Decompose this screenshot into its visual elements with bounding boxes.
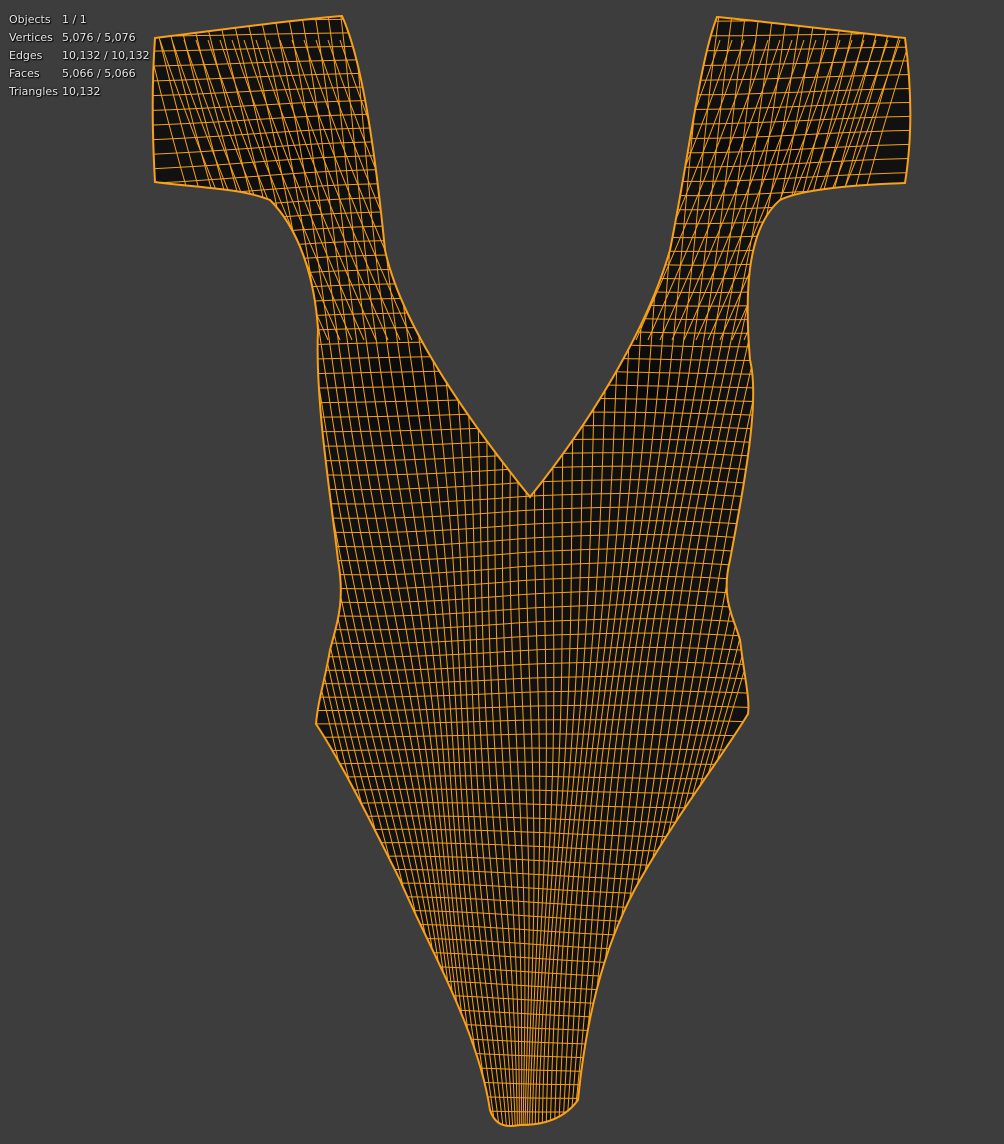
mesh-edge-row xyxy=(152,312,911,324)
mesh-edge-row xyxy=(152,225,911,241)
mesh-edge-row xyxy=(152,465,911,480)
stat-row-triangles: Triangles 10,132 xyxy=(9,83,150,101)
stat-value: 10,132 xyxy=(62,85,101,98)
mesh-edge-row xyxy=(152,268,911,283)
stat-label: Objects xyxy=(9,13,51,26)
mesh-edge-row xyxy=(152,341,911,351)
stat-row-objects: Objects 1 / 1 xyxy=(9,11,150,29)
mesh-edge-row xyxy=(152,18,911,22)
statistics-overlay: Objects 1 / 1 Vertices 5,076 / 5,076 Edg… xyxy=(9,11,150,101)
mesh-edge-row xyxy=(152,283,911,297)
mesh-edge-row xyxy=(152,197,911,213)
mesh-edge-strap xyxy=(387,39,509,341)
stat-label: Vertices xyxy=(9,31,53,44)
stat-value: 5,076 / 5,076 xyxy=(62,31,136,44)
mesh-edge-row xyxy=(152,327,911,338)
stat-label: Triangles xyxy=(9,85,58,98)
mesh-edge-row xyxy=(152,254,911,269)
mesh-object[interactable] xyxy=(0,0,1004,1144)
stat-label: Edges xyxy=(9,49,43,62)
mesh-edge-row xyxy=(152,369,911,378)
mesh-edge-row xyxy=(152,355,911,365)
3d-viewport[interactable]: Objects 1 / 1 Vertices 5,076 / 5,076 Edg… xyxy=(0,0,1004,1144)
mesh-edge-row xyxy=(152,411,911,422)
mesh-edge-row xyxy=(152,425,911,436)
mesh-edge-row xyxy=(152,211,911,227)
mesh-edge-row xyxy=(152,383,911,392)
mesh-edge-row xyxy=(152,240,911,255)
stat-label: Faces xyxy=(9,67,40,80)
stat-row-faces: Faces 5,066 / 5,066 xyxy=(9,65,150,83)
mesh-edge-row xyxy=(152,479,911,495)
mesh-edge-row xyxy=(152,297,911,310)
stat-row-edges: Edges 10,132 / 10,132 xyxy=(9,47,150,65)
stat-value: 10,132 / 10,132 xyxy=(62,49,150,62)
mesh-edge-row xyxy=(152,397,911,407)
mesh-edge-row xyxy=(152,438,911,451)
stat-value: 5,066 / 5,066 xyxy=(62,67,136,80)
stat-row-vertices: Vertices 5,076 / 5,076 xyxy=(9,29,150,47)
stat-value: 1 / 1 xyxy=(62,13,87,26)
mesh-edge-row xyxy=(152,452,911,466)
